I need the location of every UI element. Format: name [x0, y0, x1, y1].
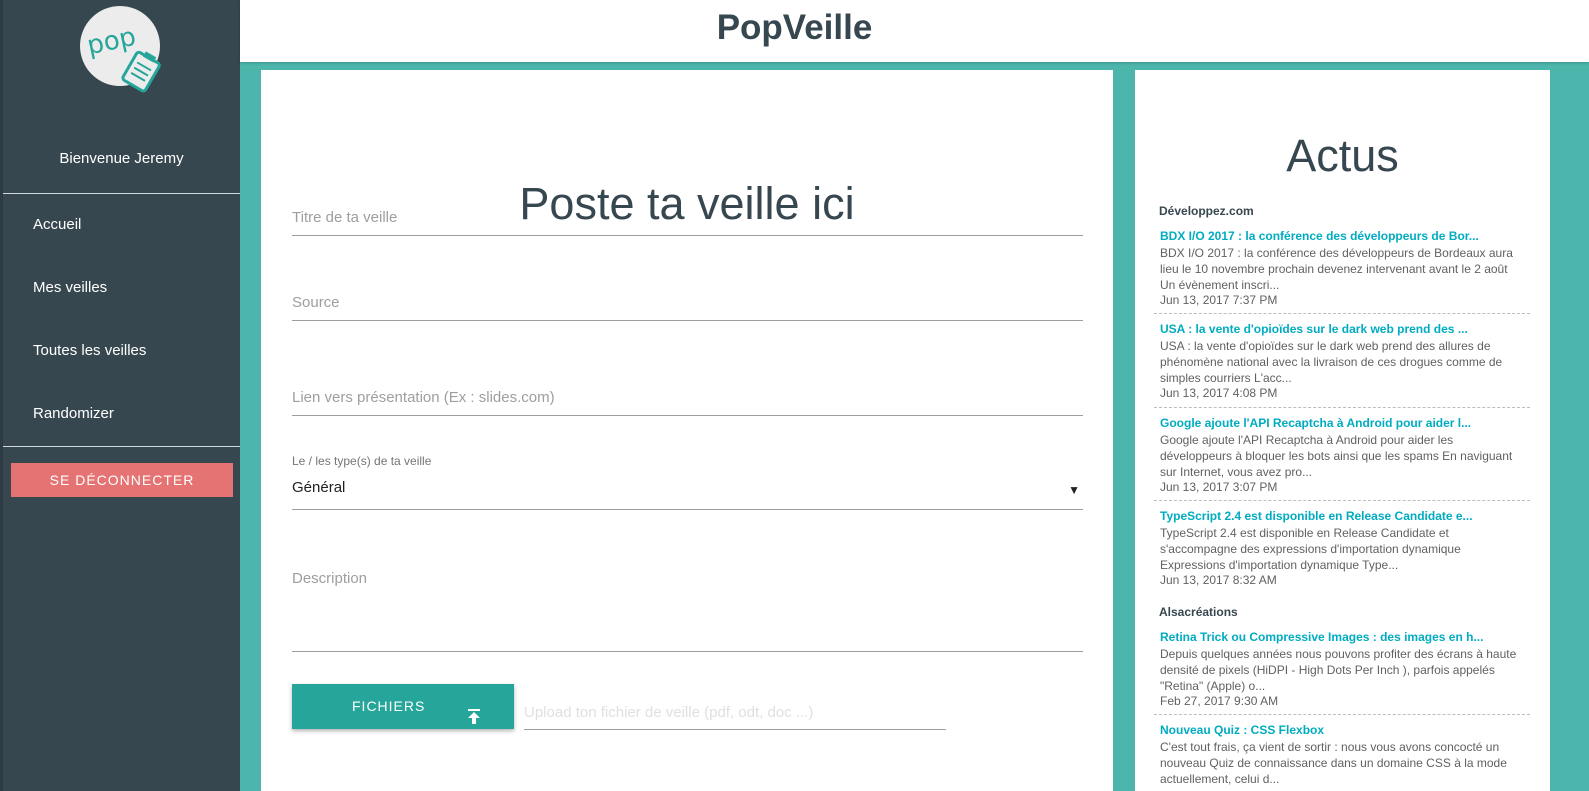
sidebar: pop Bienvenue Jeremy Accueil Mes veilles…	[0, 0, 240, 791]
post-form-card: Poste ta veille ici Le / les type(s) de …	[261, 70, 1113, 791]
article-description: USA : la vente d'opioïdes sur le dark we…	[1160, 339, 1503, 385]
article-date: Jun 13, 2017 8:32 AM	[1160, 573, 1277, 587]
article-date: Jun 13, 2017 7:37 PM	[1160, 293, 1278, 307]
news-article: USA : la vente d'opioïdes sur le dark we…	[1154, 321, 1530, 408]
type-label: Le / les type(s) de ta veille	[292, 454, 432, 468]
news-article: TypeScript 2.4 est disponible en Release…	[1154, 508, 1530, 594]
source-field	[292, 285, 1083, 321]
description-input[interactable]	[292, 570, 1083, 650]
welcome-text: Bienvenue Jeremy	[59, 150, 184, 167]
article-description: C'est tout frais, ça vient de sortir : n…	[1160, 740, 1507, 786]
files-button-label: FICHIERS	[352, 698, 426, 714]
article-title-link[interactable]: Nouveau Quiz : CSS Flexbox	[1160, 722, 1524, 738]
sidebar-item-accueil[interactable]: Accueil	[3, 194, 240, 256]
type-select-value: Général	[292, 479, 346, 496]
description-field	[292, 570, 1083, 652]
article-title-link[interactable]: BDX I/O 2017 : la conférence des dévelop…	[1160, 228, 1524, 244]
news-article: Google ajoute l'API Recaptcha à Android …	[1154, 415, 1530, 501]
article-title-link[interactable]: USA : la vente d'opioïdes sur le dark we…	[1160, 321, 1524, 337]
sidebar-item-randomizer[interactable]: Randomizer	[3, 383, 240, 445]
svg-text:pop: pop	[85, 22, 139, 62]
sidebar-item-toutes-les-veilles[interactable]: Toutes les veilles	[3, 320, 240, 382]
link-field	[292, 380, 1083, 416]
news-article: Retina Trick ou Compressive Images : des…	[1154, 629, 1530, 715]
upload-icon	[467, 698, 481, 743]
article-date: Jun 13, 2017 4:08 PM	[1160, 386, 1278, 400]
logo-icon: pop	[85, 22, 161, 93]
article-title-link[interactable]: Google ajoute l'API Recaptcha à Android …	[1160, 415, 1524, 431]
news-article: Nouveau Quiz : CSS Flexbox C'est tout fr…	[1154, 722, 1530, 791]
title-input[interactable]	[292, 200, 1083, 234]
article-description: Depuis quelques années nous pouvons prof…	[1160, 647, 1517, 693]
top-header: PopVeille	[240, 0, 1589, 62]
link-input[interactable]	[292, 380, 1083, 414]
news-article: BDX I/O 2017 : la conférence des dévelop…	[1154, 228, 1530, 314]
type-select[interactable]: Général ▼	[292, 474, 1083, 510]
feed-title: Alsacréations	[1159, 605, 1238, 619]
article-date: Jun 13, 2017 3:07 PM	[1160, 480, 1278, 494]
feed-title: Développez.com	[1159, 204, 1254, 218]
article-date: Feb 27, 2017 9:30 AM	[1160, 694, 1279, 708]
sidebar-item-mes-veilles[interactable]: Mes veilles	[3, 257, 240, 319]
article-title-link[interactable]: Retina Trick ou Compressive Images : des…	[1160, 629, 1524, 645]
files-button[interactable]: FICHIERS	[292, 684, 514, 729]
app-logo[interactable]: pop	[80, 6, 161, 93]
upload-path-input[interactable]	[524, 696, 946, 728]
article-description: BDX I/O 2017 : la conférence des dévelop…	[1160, 246, 1513, 292]
dropdown-arrow-icon: ▼	[1068, 483, 1080, 497]
article-description: Google ajoute l'API Recaptcha à Android …	[1160, 433, 1513, 479]
app-title: PopVeille	[716, 8, 873, 47]
article-description: TypeScript 2.4 est disponible en Release…	[1160, 526, 1461, 572]
sidebar-divider	[3, 446, 240, 447]
news-card: Actus Développez.com BDX I/O 2017 : la c…	[1135, 70, 1550, 791]
source-input[interactable]	[292, 285, 1083, 319]
title-field	[292, 200, 1083, 236]
logout-button[interactable]: SE DÉCONNECTER	[11, 463, 233, 497]
article-title-link[interactable]: TypeScript 2.4 est disponible en Release…	[1160, 508, 1524, 524]
news-heading: Actus	[1286, 130, 1399, 181]
upload-path-field	[524, 696, 946, 730]
